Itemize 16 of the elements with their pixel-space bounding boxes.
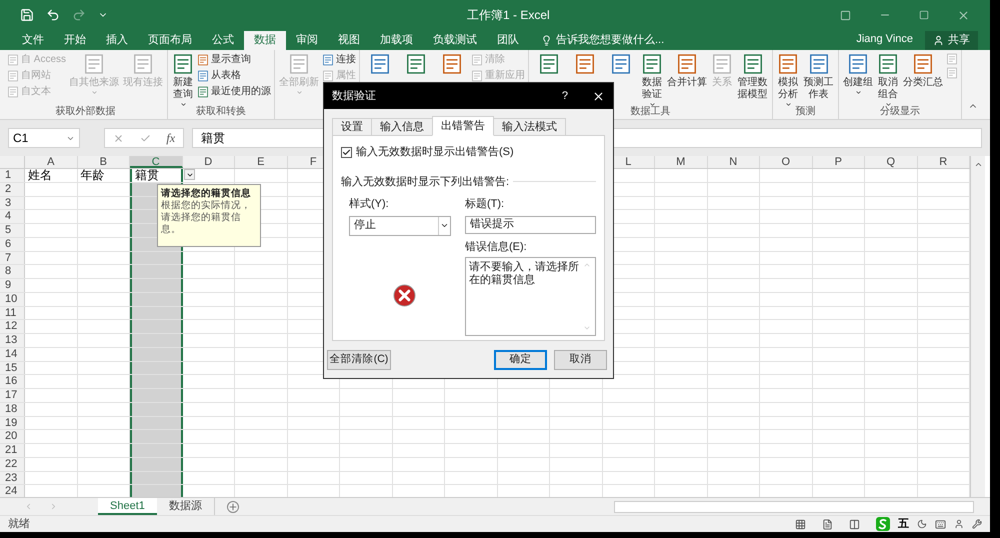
field-label: 标题(T): <box>465 197 506 212</box>
dialog-title: 数据验证 <box>332 88 376 104</box>
group-label: 获取和转换 <box>196 106 246 117</box>
field-label: 样式(Y): <box>349 197 390 212</box>
status-text: 就绪 <box>8 516 30 532</box>
table-cell: 籍贯 <box>130 169 182 182</box>
window-title: 工作簿1 - Excel <box>467 7 550 24</box>
tooltip-text: 根据您的实际情况，请选择您的籍贯信息。 <box>161 200 252 236</box>
group-label: 数据工具 <box>630 106 671 117</box>
table-cell: 姓名 <box>25 169 78 182</box>
group-label: 获取外部数据 <box>56 106 116 117</box>
group-label: 预测 <box>796 106 816 117</box>
group-label: 分级显示 <box>880 106 920 117</box>
section-label: 输入无效数据时显示下列出错警告: <box>341 174 510 190</box>
field-label: 错误信息(E): <box>465 240 528 254</box>
tooltip-title: 请选择您的籍贯信息 <box>161 188 252 200</box>
